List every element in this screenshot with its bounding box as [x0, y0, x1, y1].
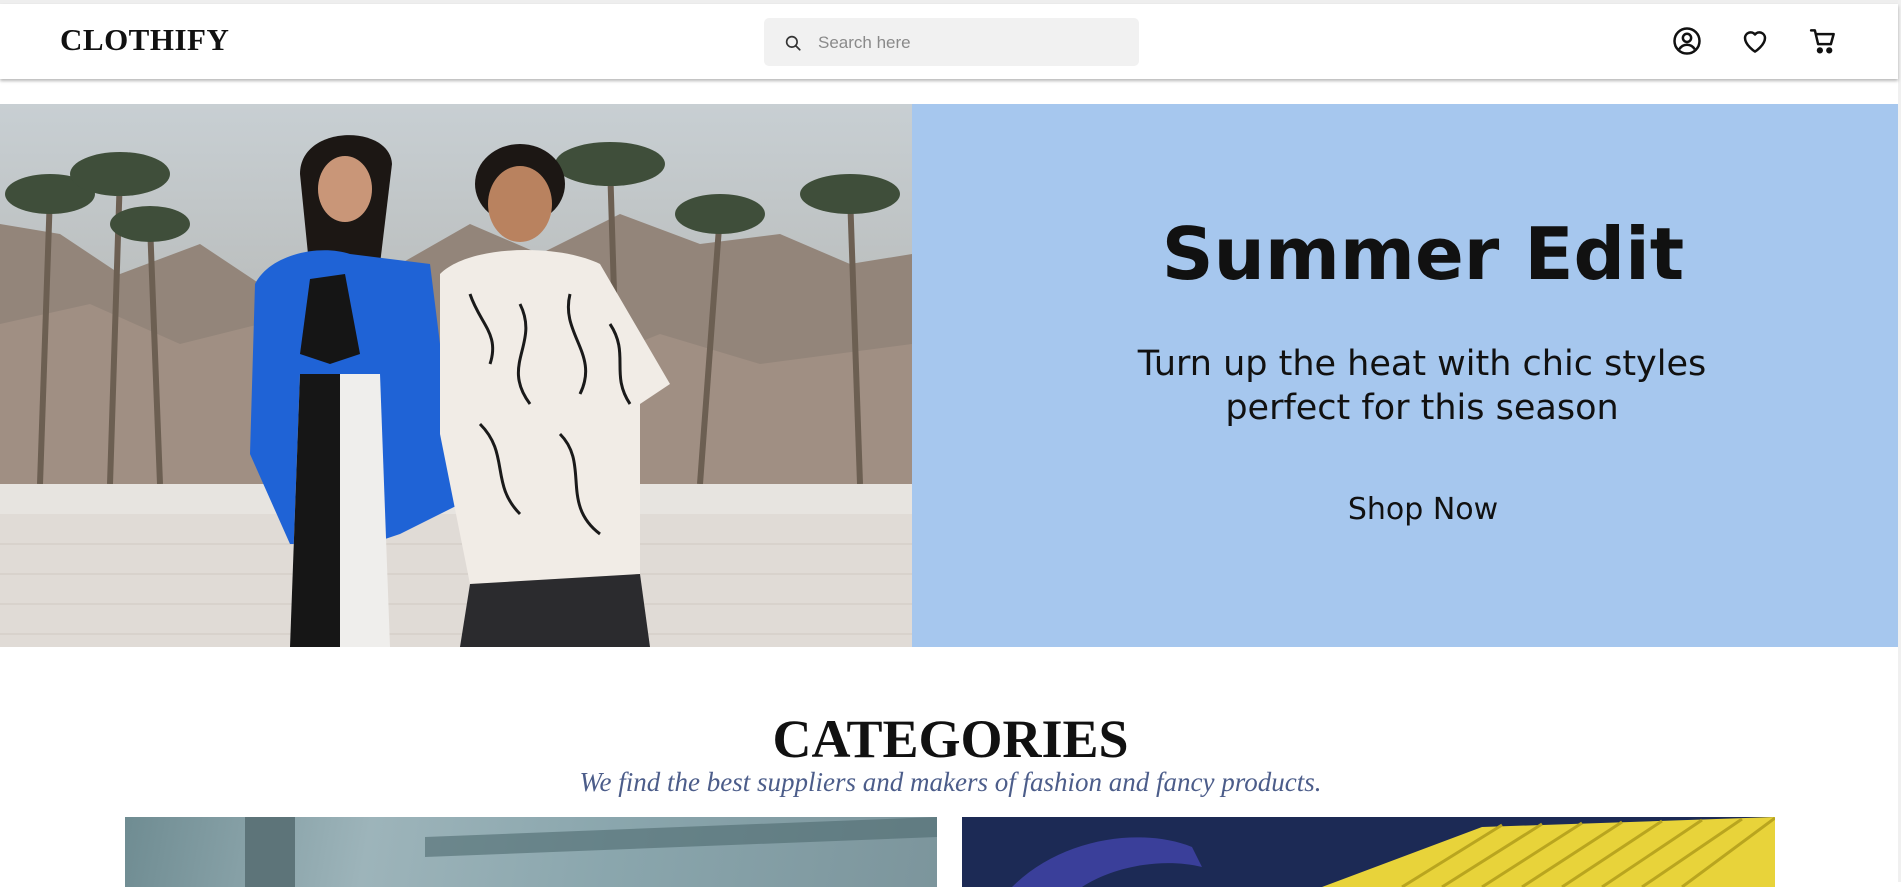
brand-logo[interactable]: CLOTHIFY [60, 22, 229, 58]
shop-now-button[interactable]: Shop Now [1323, 488, 1523, 531]
hero-subtitle-line-2: perfect for this season [1225, 388, 1619, 428]
search-icon[interactable] [784, 34, 802, 52]
search-input[interactable] [816, 28, 1120, 58]
hero-text-panel: Summer Edit Turn up the heat with chic s… [912, 104, 1898, 647]
heart-icon[interactable] [1740, 26, 1770, 56]
hero-banner: Summer Edit Turn up the heat with chic s… [0, 104, 1898, 647]
category-image [962, 817, 1775, 887]
hero-subtitle-line-1: Turn up the heat with chic styles [1137, 344, 1707, 384]
account-icon[interactable] [1672, 26, 1702, 56]
category-image [245, 817, 937, 887]
category-card[interactable] [125, 817, 937, 887]
cart-icon[interactable] [1808, 26, 1838, 56]
categories-title: CATEGORIES [772, 709, 1129, 769]
hero-title: Summer Edit [1161, 212, 1685, 296]
hero-photo-illustration [0, 135, 912, 647]
categories-subtitle: We find the best suppliers and makers of… [579, 767, 1322, 797]
hero-image [0, 104, 912, 647]
hero-subtitle: Turn up the heat with chic styles perfec… [1122, 342, 1722, 430]
category-card[interactable] [962, 817, 1775, 887]
search-bar [764, 18, 1139, 66]
navbar: CLOTHIFY [0, 4, 1898, 79]
